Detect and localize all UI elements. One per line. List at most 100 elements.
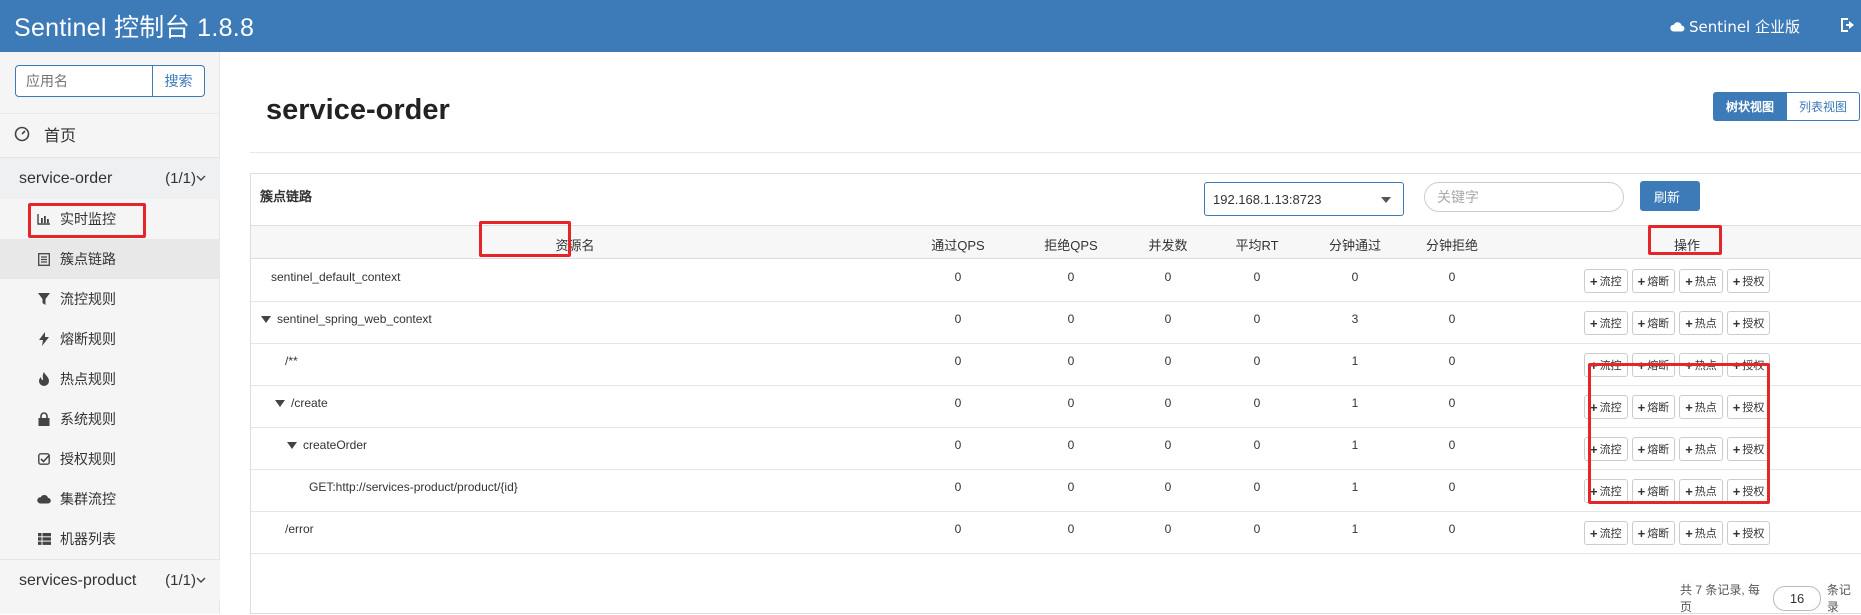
- check-square-icon: [37, 452, 51, 466]
- cell-avg-rt: 0: [1253, 480, 1261, 494]
- search-button[interactable]: 搜索: [152, 65, 205, 97]
- action-label: 流控: [1599, 528, 1622, 540]
- app-search: 搜索: [15, 65, 205, 97]
- cell-min-pass: 1: [1351, 480, 1359, 494]
- menu-system-rules[interactable]: 系统规则: [0, 399, 220, 439]
- add-flow-rule-button[interactable]: + 流控: [1584, 269, 1628, 293]
- cloud-icon: [1670, 22, 1685, 32]
- refresh-button[interactable]: 刷新: [1640, 181, 1700, 211]
- menu-label: 流控规则: [60, 291, 116, 307]
- highlight-box-actions: [1648, 225, 1722, 255]
- lock-icon: [37, 412, 51, 426]
- menu-hotspot-rules[interactable]: 热点规则: [0, 359, 220, 399]
- enterprise-label: Sentinel 企业版: [1689, 18, 1800, 36]
- resource-name: GET:http://services-product/product/{id}: [309, 480, 518, 494]
- expand-triangle-icon[interactable]: [261, 315, 271, 323]
- menu-authority-rules[interactable]: 授权规则: [0, 439, 220, 479]
- plus-icon: +: [1637, 525, 1646, 541]
- cell-block-qps: 0: [1067, 396, 1075, 410]
- menu-cluster-flow[interactable]: 集群流控: [0, 479, 220, 519]
- tree-view-button[interactable]: 树状视图: [1713, 92, 1788, 121]
- dashboard-icon: [14, 126, 30, 141]
- cell-avg-rt: 0: [1253, 270, 1261, 284]
- app-service-order[interactable]: service-order (1/1): [0, 157, 220, 199]
- add-authority-rule-button[interactable]: + 授权: [1726, 269, 1771, 293]
- table-row: sentinel_spring_web_context 0 0 0 0 3 0 + 流控 + 熔断 +…: [251, 302, 1861, 344]
- cell-min-block: 0: [1448, 522, 1456, 536]
- menu-degrade-rules[interactable]: 熔断规则: [0, 319, 220, 359]
- cell-concurrency: 0: [1164, 270, 1172, 284]
- menu-label: 集群流控: [60, 491, 116, 507]
- expand-triangle-icon[interactable]: [287, 441, 297, 449]
- cell-concurrency: 0: [1164, 438, 1172, 452]
- add-degrade-rule-button[interactable]: + 熔断: [1631, 269, 1676, 293]
- menu-cluster-link[interactable]: 簇点链路: [0, 239, 220, 279]
- plus-icon: +: [1732, 525, 1741, 541]
- row-actions: + 流控 + 熔断 + 热点 + 授权: [1584, 269, 1771, 293]
- plus-icon: +: [1732, 315, 1741, 331]
- add-hotspot-rule-button[interactable]: + 热点: [1679, 521, 1723, 545]
- add-degrade-rule-button[interactable]: + 熔断: [1631, 521, 1676, 545]
- menu-flow-rules[interactable]: 流控规则: [0, 279, 220, 319]
- add-flow-rule-button[interactable]: + 流控: [1584, 521, 1628, 545]
- app-search-input[interactable]: [15, 65, 152, 97]
- row-actions: + 流控 + 熔断 + 热点 + 授权: [1584, 521, 1771, 545]
- list-view-button[interactable]: 列表视图: [1787, 92, 1861, 121]
- cell-min-pass: 1: [1351, 522, 1359, 536]
- chevron-down-icon: [196, 577, 206, 583]
- cell-concurrency: 0: [1164, 480, 1172, 494]
- resource-name: createOrder: [303, 438, 368, 452]
- cell-avg-rt: 0: [1253, 438, 1261, 452]
- enterprise-link[interactable]: Sentinel 企业版: [1670, 16, 1800, 37]
- cell-concurrency: 0: [1164, 396, 1172, 410]
- page-size-input[interactable]: 16: [1773, 585, 1821, 611]
- cell-min-block: 0: [1448, 396, 1456, 410]
- col-min-block: 分钟拒绝: [1425, 238, 1479, 253]
- cell-min-pass: 1: [1351, 396, 1359, 410]
- pager-suffix: 条记录: [1826, 583, 1851, 614]
- resource-cell: GET:http://services-product/product/{id}: [309, 480, 518, 494]
- plus-icon: +: [1685, 273, 1693, 289]
- caret-down-icon: [1381, 197, 1391, 203]
- cell-pass-qps: 0: [954, 270, 962, 284]
- add-authority-rule-button[interactable]: + 授权: [1726, 311, 1771, 335]
- add-authority-rule-button[interactable]: + 授权: [1726, 521, 1771, 545]
- cell-min-block: 0: [1448, 480, 1456, 494]
- add-flow-rule-button[interactable]: + 流控: [1584, 311, 1628, 335]
- resource-name: /create: [291, 396, 328, 410]
- action-label: 流控: [1599, 318, 1622, 330]
- app-count: (1/1): [165, 572, 196, 589]
- cell-concurrency: 0: [1164, 522, 1172, 536]
- plus-icon: +: [1637, 273, 1646, 289]
- highlight-box-ops: [1588, 363, 1770, 504]
- cell-avg-rt: 0: [1253, 312, 1261, 326]
- resource-name: /**: [285, 354, 298, 368]
- logout-icon[interactable]: [1839, 16, 1857, 34]
- resource-name: sentinel_default_context: [271, 270, 401, 284]
- plus-icon: +: [1732, 273, 1741, 289]
- chevron-down-icon: [196, 175, 206, 181]
- cell-pass-qps: 0: [954, 354, 962, 368]
- top-header: Sentinel 控制台 1.8.8 Sentinel 企业版: [0, 0, 1861, 52]
- cell-min-pass: 1: [1351, 354, 1359, 368]
- app-name: services-product: [19, 571, 137, 589]
- col-concurrency: 并发数: [1148, 238, 1188, 253]
- nav-home[interactable]: 首页: [0, 113, 220, 153]
- menu-machine-list[interactable]: 机器列表: [0, 519, 220, 559]
- machine-select[interactable]: 192.168.1.13:8723: [1204, 182, 1404, 216]
- add-degrade-rule-button[interactable]: + 熔断: [1631, 311, 1676, 335]
- keyword-input[interactable]: 关键字: [1424, 182, 1624, 212]
- app-title[interactable]: Sentinel 控制台 1.8.8: [14, 8, 254, 44]
- plus-icon: +: [1590, 525, 1598, 541]
- cell-pass-qps: 0: [954, 522, 962, 536]
- action-label: 授权: [1742, 276, 1765, 288]
- expand-triangle-icon[interactable]: [275, 399, 285, 407]
- action-label: 熔断: [1647, 528, 1670, 540]
- resource-cell: sentinel_default_context: [271, 270, 400, 284]
- cell-min-block: 0: [1448, 312, 1456, 326]
- action-label: 热点: [1694, 276, 1717, 288]
- add-hotspot-rule-button[interactable]: + 热点: [1679, 311, 1723, 335]
- app-services-product[interactable]: services-product (1/1): [0, 559, 220, 601]
- menu-label: 机器列表: [60, 531, 116, 547]
- add-hotspot-rule-button[interactable]: + 热点: [1679, 269, 1723, 293]
